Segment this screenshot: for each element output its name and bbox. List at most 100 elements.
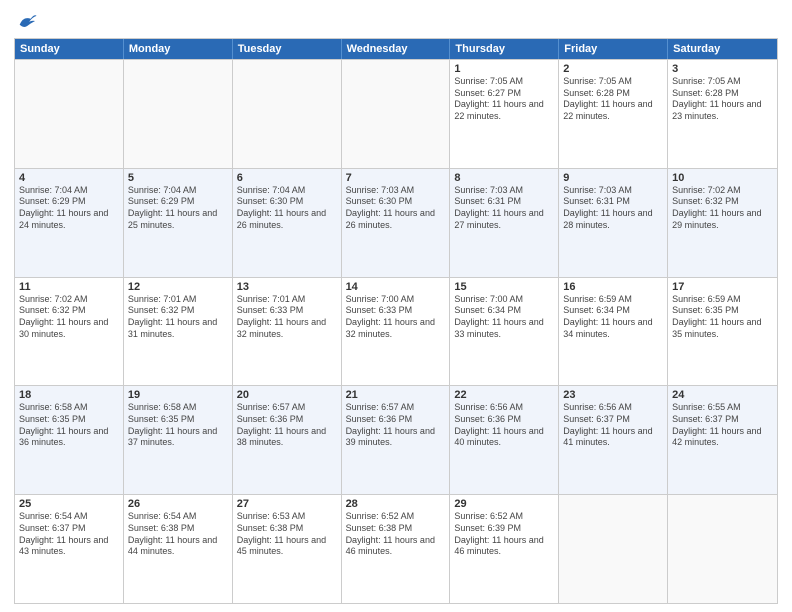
calendar-day-19: 19Sunrise: 6:58 AMSunset: 6:35 PMDayligh… xyxy=(124,386,233,494)
calendar-day-5: 5Sunrise: 7:04 AMSunset: 6:29 PMDaylight… xyxy=(124,169,233,277)
day-info: Sunrise: 7:01 AMSunset: 6:32 PMDaylight:… xyxy=(128,294,228,341)
calendar-day-26: 26Sunrise: 6:54 AMSunset: 6:38 PMDayligh… xyxy=(124,495,233,603)
calendar: SundayMondayTuesdayWednesdayThursdayFrid… xyxy=(14,38,778,604)
day-header-monday: Monday xyxy=(124,39,233,59)
day-header-tuesday: Tuesday xyxy=(233,39,342,59)
calendar-week-1: 1Sunrise: 7:05 AMSunset: 6:27 PMDaylight… xyxy=(15,59,777,168)
day-info: Sunrise: 6:55 AMSunset: 6:37 PMDaylight:… xyxy=(672,402,773,449)
day-number: 8 xyxy=(454,172,554,184)
calendar-day-11: 11Sunrise: 7:02 AMSunset: 6:32 PMDayligh… xyxy=(15,278,124,386)
day-info: Sunrise: 7:04 AMSunset: 6:29 PMDaylight:… xyxy=(128,185,228,232)
day-info: Sunrise: 7:03 AMSunset: 6:31 PMDaylight:… xyxy=(563,185,663,232)
day-info: Sunrise: 7:00 AMSunset: 6:33 PMDaylight:… xyxy=(346,294,446,341)
day-number: 6 xyxy=(237,172,337,184)
day-info: Sunrise: 7:04 AMSunset: 6:30 PMDaylight:… xyxy=(237,185,337,232)
day-number: 24 xyxy=(672,389,773,401)
day-info: Sunrise: 6:54 AMSunset: 6:38 PMDaylight:… xyxy=(128,511,228,558)
calendar-day-18: 18Sunrise: 6:58 AMSunset: 6:35 PMDayligh… xyxy=(15,386,124,494)
day-info: Sunrise: 7:05 AMSunset: 6:28 PMDaylight:… xyxy=(672,76,773,123)
day-number: 28 xyxy=(346,498,446,510)
day-info: Sunrise: 6:58 AMSunset: 6:35 PMDaylight:… xyxy=(128,402,228,449)
calendar-day-22: 22Sunrise: 6:56 AMSunset: 6:36 PMDayligh… xyxy=(450,386,559,494)
calendar-day-6: 6Sunrise: 7:04 AMSunset: 6:30 PMDaylight… xyxy=(233,169,342,277)
day-number: 1 xyxy=(454,63,554,75)
day-number: 7 xyxy=(346,172,446,184)
header xyxy=(14,10,778,32)
day-number: 18 xyxy=(19,389,119,401)
calendar-day-1: 1Sunrise: 7:05 AMSunset: 6:27 PMDaylight… xyxy=(450,60,559,168)
calendar-day-25: 25Sunrise: 6:54 AMSunset: 6:37 PMDayligh… xyxy=(15,495,124,603)
day-info: Sunrise: 6:56 AMSunset: 6:36 PMDaylight:… xyxy=(454,402,554,449)
day-header-sunday: Sunday xyxy=(15,39,124,59)
calendar-day-4: 4Sunrise: 7:04 AMSunset: 6:29 PMDaylight… xyxy=(15,169,124,277)
day-number: 14 xyxy=(346,281,446,293)
calendar-day-12: 12Sunrise: 7:01 AMSunset: 6:32 PMDayligh… xyxy=(124,278,233,386)
day-header-wednesday: Wednesday xyxy=(342,39,451,59)
day-info: Sunrise: 6:53 AMSunset: 6:38 PMDaylight:… xyxy=(237,511,337,558)
day-info: Sunrise: 7:00 AMSunset: 6:34 PMDaylight:… xyxy=(454,294,554,341)
day-number: 10 xyxy=(672,172,773,184)
day-number: 15 xyxy=(454,281,554,293)
calendar-day-empty xyxy=(342,60,451,168)
day-number: 19 xyxy=(128,389,228,401)
day-number: 17 xyxy=(672,281,773,293)
calendar-week-3: 11Sunrise: 7:02 AMSunset: 6:32 PMDayligh… xyxy=(15,277,777,386)
day-number: 23 xyxy=(563,389,663,401)
logo-bird-icon xyxy=(16,10,38,32)
day-header-thursday: Thursday xyxy=(450,39,559,59)
calendar-day-20: 20Sunrise: 6:57 AMSunset: 6:36 PMDayligh… xyxy=(233,386,342,494)
day-number: 2 xyxy=(563,63,663,75)
calendar-day-2: 2Sunrise: 7:05 AMSunset: 6:28 PMDaylight… xyxy=(559,60,668,168)
day-info: Sunrise: 6:59 AMSunset: 6:35 PMDaylight:… xyxy=(672,294,773,341)
calendar-day-8: 8Sunrise: 7:03 AMSunset: 6:31 PMDaylight… xyxy=(450,169,559,277)
day-number: 29 xyxy=(454,498,554,510)
day-info: Sunrise: 6:57 AMSunset: 6:36 PMDaylight:… xyxy=(237,402,337,449)
calendar-day-9: 9Sunrise: 7:03 AMSunset: 6:31 PMDaylight… xyxy=(559,169,668,277)
day-number: 12 xyxy=(128,281,228,293)
day-number: 22 xyxy=(454,389,554,401)
day-info: Sunrise: 7:05 AMSunset: 6:28 PMDaylight:… xyxy=(563,76,663,123)
day-header-friday: Friday xyxy=(559,39,668,59)
day-number: 25 xyxy=(19,498,119,510)
day-info: Sunrise: 6:52 AMSunset: 6:39 PMDaylight:… xyxy=(454,511,554,558)
day-info: Sunrise: 7:02 AMSunset: 6:32 PMDaylight:… xyxy=(19,294,119,341)
calendar-day-7: 7Sunrise: 7:03 AMSunset: 6:30 PMDaylight… xyxy=(342,169,451,277)
calendar-day-empty xyxy=(668,495,777,603)
calendar-day-17: 17Sunrise: 6:59 AMSunset: 6:35 PMDayligh… xyxy=(668,278,777,386)
calendar-week-5: 25Sunrise: 6:54 AMSunset: 6:37 PMDayligh… xyxy=(15,494,777,603)
page: SundayMondayTuesdayWednesdayThursdayFrid… xyxy=(0,0,792,612)
day-info: Sunrise: 6:54 AMSunset: 6:37 PMDaylight:… xyxy=(19,511,119,558)
calendar-day-16: 16Sunrise: 6:59 AMSunset: 6:34 PMDayligh… xyxy=(559,278,668,386)
day-number: 9 xyxy=(563,172,663,184)
day-number: 21 xyxy=(346,389,446,401)
day-info: Sunrise: 7:03 AMSunset: 6:31 PMDaylight:… xyxy=(454,185,554,232)
calendar-week-2: 4Sunrise: 7:04 AMSunset: 6:29 PMDaylight… xyxy=(15,168,777,277)
day-info: Sunrise: 7:02 AMSunset: 6:32 PMDaylight:… xyxy=(672,185,773,232)
logo xyxy=(14,10,38,32)
day-info: Sunrise: 7:03 AMSunset: 6:30 PMDaylight:… xyxy=(346,185,446,232)
day-number: 26 xyxy=(128,498,228,510)
calendar-day-empty xyxy=(124,60,233,168)
calendar-body: 1Sunrise: 7:05 AMSunset: 6:27 PMDaylight… xyxy=(15,59,777,603)
day-info: Sunrise: 7:05 AMSunset: 6:27 PMDaylight:… xyxy=(454,76,554,123)
day-number: 27 xyxy=(237,498,337,510)
calendar-week-4: 18 Sunrise: 6:58 AMSunset: 6:35 PMDayligh… xyxy=(15,385,777,494)
day-number: 11 xyxy=(19,281,119,293)
calendar-day-24: 24Sunrise: 6:55 AMSunset: 6:37 PMDayligh… xyxy=(668,386,777,494)
day-number: 20 xyxy=(237,389,337,401)
calendar-day-15: 15Sunrise: 7:00 AMSunset: 6:34 PMDayligh… xyxy=(450,278,559,386)
calendar-header: SundayMondayTuesdayWednesdayThursdayFrid… xyxy=(15,39,777,59)
calendar-day-27: 27Sunrise: 6:53 AMSunset: 6:38 PMDayligh… xyxy=(233,495,342,603)
calendar-day-28: 28Sunrise: 6:52 AMSunset: 6:38 PMDayligh… xyxy=(342,495,451,603)
calendar-day-empty xyxy=(15,60,124,168)
day-number: 5 xyxy=(128,172,228,184)
day-info: Sunrise: 7:04 AMSunset: 6:29 PMDaylight:… xyxy=(19,185,119,232)
day-info: Sunrise: 6:59 AMSunset: 6:34 PMDaylight:… xyxy=(563,294,663,341)
day-number: 4 xyxy=(19,172,119,184)
calendar-day-empty xyxy=(559,495,668,603)
day-info: Sunrise: 6:52 AMSunset: 6:38 PMDaylight:… xyxy=(346,511,446,558)
day-header-saturday: Saturday xyxy=(668,39,777,59)
day-number: 13 xyxy=(237,281,337,293)
calendar-day-10: 10Sunrise: 7:02 AMSunset: 6:32 PMDayligh… xyxy=(668,169,777,277)
calendar-day-13: 13Sunrise: 7:01 AMSunset: 6:33 PMDayligh… xyxy=(233,278,342,386)
